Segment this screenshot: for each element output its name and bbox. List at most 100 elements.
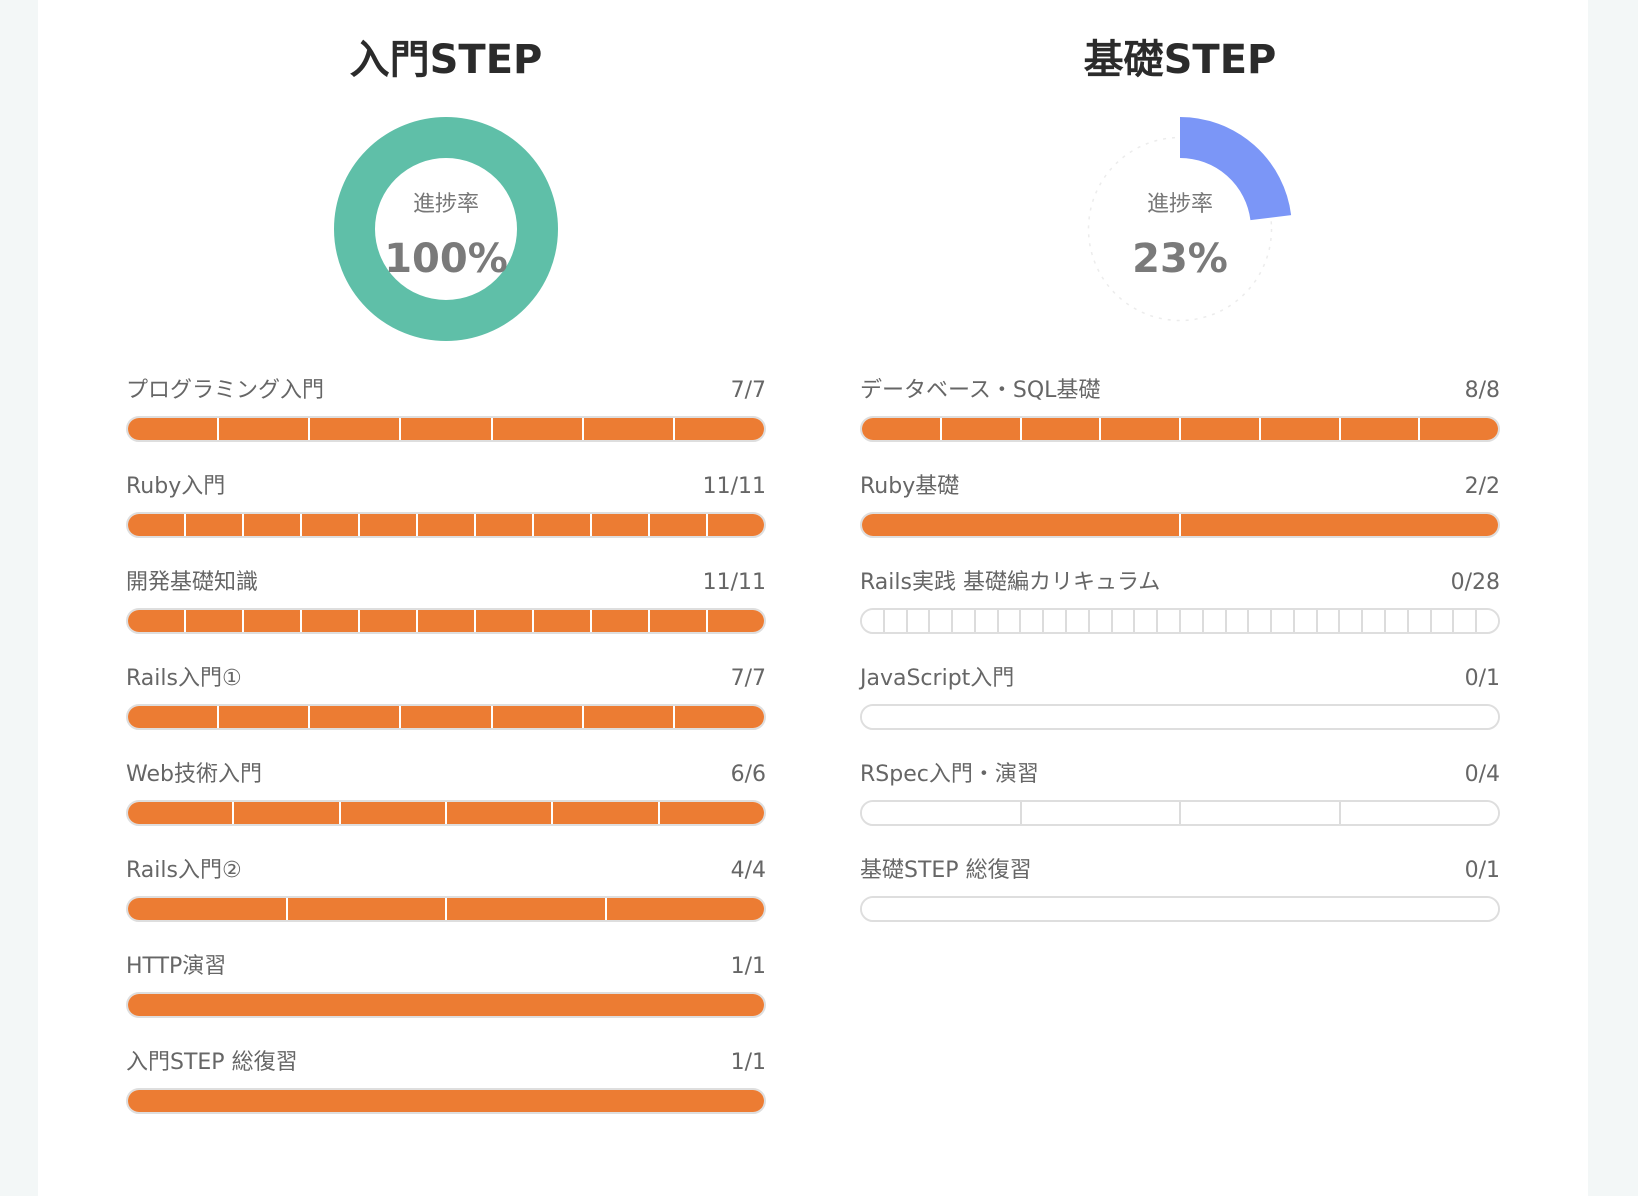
course-name[interactable]: 開発基礎知識 [126,568,258,598]
progress-label: 進捗率 [412,192,479,217]
course-row[interactable]: Ruby基礎 2/2 [860,472,1500,568]
progress-segment-done [184,610,242,632]
course-progress-bar [860,608,1500,634]
course-name[interactable]: データベース・SQL基礎 [860,376,1100,406]
progress-segment-done [399,706,491,728]
progress-segment-done [416,610,474,632]
progress-segment-done [657,802,764,824]
progress-segment-done [862,514,1179,536]
progress-segment-done [232,802,339,824]
progress-segment-done [399,418,491,440]
progress-segment-done [1019,418,1100,440]
progress-segment-empty [1019,610,1043,632]
progress-segment-done [706,514,764,536]
progress-segment-done [862,418,940,440]
progress-segment-done [604,898,764,920]
progress-segment-empty [1292,610,1316,632]
progress-segment-done [490,418,582,440]
progress-segment-empty [1452,610,1476,632]
progress-segment-empty [1042,610,1066,632]
progress-segment-empty [1065,610,1088,632]
course-row[interactable]: Web技術入門 6/6 [126,760,766,856]
progress-segment-empty [1475,610,1498,632]
course-progress-bar [126,800,766,826]
course-count: 2/2 [1464,474,1500,499]
progress-segment-done [128,418,218,440]
progress-segment-empty [1338,802,1498,824]
course-row[interactable]: RSpec入門・演習 0/4 [860,760,1500,856]
course-name[interactable]: Rails入門② [126,856,242,886]
progress-segment-empty [1133,610,1157,632]
progress-segment-empty [862,898,1498,920]
progress-segment-empty [1110,610,1134,632]
course-row[interactable]: Rails入門② 4/4 [126,856,766,952]
course-name[interactable]: JavaScript入門 [860,664,1014,694]
progress-segment-empty [1361,610,1384,632]
progress-segment-done [128,610,184,632]
step-title: 入門STEP [349,37,543,83]
progress-segment-done [474,514,532,536]
progress-segment-empty [1247,610,1271,632]
progress-segment-empty [996,610,1020,632]
course-row[interactable]: Ruby入門 11/11 [126,472,766,568]
course-progress-bar [860,416,1500,442]
progress-segment-empty [882,610,906,632]
progress-ring-fill [334,117,558,341]
course-row[interactable]: Rails実践 基礎編カリキュラム 0/28 [860,568,1500,664]
course-count: 0/28 [1450,570,1500,595]
course-name[interactable]: 入門STEP 総復習 [126,1048,298,1078]
course-name[interactable]: RSpec入門・演習 [860,760,1039,790]
progress-segment-done [1179,418,1259,440]
progress-segment-empty [1179,802,1339,824]
course-row[interactable]: 基礎STEP 総復習 0/1 [860,856,1500,952]
course-name[interactable]: Ruby基礎 [860,472,959,502]
course-name[interactable]: Ruby入門 [126,472,225,502]
course-name[interactable]: Rails入門① [126,664,242,694]
course-row[interactable]: JavaScript入門 0/1 [860,664,1500,760]
progress-segment-empty [1224,610,1248,632]
progress-donut: 進捗率 100% [329,112,563,346]
course-name[interactable]: Web技術入門 [126,760,262,790]
progress-segment-done [648,610,706,632]
progress-segment-done [242,514,300,536]
course-name[interactable]: HTTP演習 [126,952,226,982]
course-progress-bar [126,992,766,1018]
progress-segment-done [128,802,233,824]
progress-segment-done [532,514,590,536]
progress-ring [1068,117,1292,341]
progress-percent: 100% [384,236,508,282]
course-count: 11/11 [702,570,766,595]
course-count: 6/6 [730,762,766,787]
course-count: 8/8 [1464,378,1500,403]
course-row[interactable]: HTTP演習 1/1 [126,952,766,1048]
progress-segment-empty [1406,610,1430,632]
course-count: 7/7 [730,666,766,691]
progress-segment-done [416,514,474,536]
course-name[interactable]: Rails実践 基礎編カリキュラム [860,568,1160,598]
progress-segment-done [490,706,582,728]
course-row[interactable]: 開発基礎知識 11/11 [126,568,766,664]
progress-segment-done [358,514,416,536]
progress-segment-empty [862,802,1020,824]
course-row[interactable]: データベース・SQL基礎 8/8 [860,376,1500,472]
progress-segment-done [581,418,673,440]
progress-segment-empty [1019,802,1179,824]
course-progress-bar [860,896,1500,922]
course-name[interactable]: プログラミング入門 [126,376,324,406]
progress-ring-fill [1068,117,1292,341]
course-row[interactable]: プログラミング入門 7/7 [126,376,766,472]
course-progress-bar [126,896,766,922]
course-row[interactable]: 入門STEP 総復習 1/1 [126,1048,766,1144]
progress-segment-done [706,610,764,632]
progress-segment-empty [973,610,997,632]
course-progress-bar [126,512,766,538]
progress-segment-done [308,706,400,728]
progress-segment-empty [1270,610,1293,632]
course-name[interactable]: 基礎STEP 総復習 [860,856,1032,886]
progress-segment-done [308,418,400,440]
course-progress-bar [126,416,766,442]
progress-percent: 23% [1132,236,1228,282]
course-row[interactable]: Rails入門① 7/7 [126,664,766,760]
progress-label: 進捗率 [1146,192,1213,217]
progress-segment-done [128,898,286,920]
